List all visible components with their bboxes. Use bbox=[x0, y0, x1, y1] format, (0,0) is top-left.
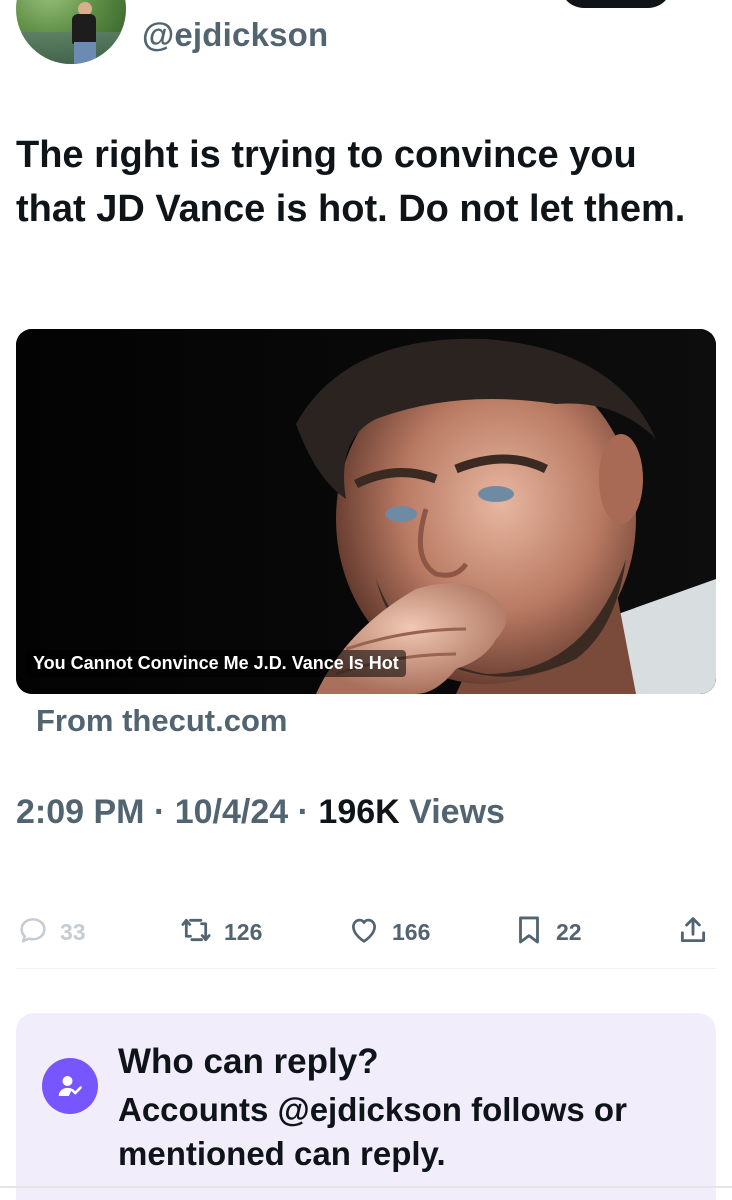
meta-separator: · bbox=[153, 793, 175, 831]
reply-count: 33 bbox=[60, 918, 86, 945]
reply-settings-title: Who can reply? bbox=[118, 1042, 379, 1081]
avatar-figure-legs bbox=[74, 42, 96, 64]
follow-button[interactable] bbox=[560, 0, 672, 8]
repost-icon bbox=[178, 913, 214, 952]
share-icon bbox=[676, 913, 710, 952]
action-bar: 33 126 166 22 bbox=[0, 910, 732, 954]
tweet-meta: 2:09 PM · 10/4/24 · 196K Views bbox=[16, 793, 505, 832]
avatar-water bbox=[16, 32, 126, 64]
avatar-figure-body bbox=[72, 14, 96, 44]
user-check-icon bbox=[58, 1076, 82, 1096]
bookmark-icon bbox=[512, 912, 546, 953]
heart-icon bbox=[346, 913, 382, 952]
tweet-date[interactable]: 10/4/24 bbox=[175, 793, 288, 831]
meta-separator: · bbox=[297, 793, 319, 831]
link-source[interactable]: From thecut.com bbox=[36, 703, 287, 739]
link-card-image[interactable] bbox=[16, 329, 716, 694]
tweet-time[interactable]: 2:09 PM bbox=[16, 793, 145, 831]
bottom-divider bbox=[0, 1186, 732, 1188]
like-count: 166 bbox=[392, 918, 431, 945]
views-count: 196K bbox=[318, 793, 400, 831]
repost-button[interactable]: 126 bbox=[178, 910, 262, 954]
bookmark-button[interactable]: 22 bbox=[512, 910, 582, 954]
reply-settings-description: Accounts @ejdickson follows or mentioned… bbox=[118, 1091, 627, 1172]
repost-count: 126 bbox=[224, 918, 263, 945]
avatar[interactable] bbox=[16, 0, 126, 64]
reply-settings-icon bbox=[42, 1058, 98, 1114]
divider bbox=[16, 968, 716, 969]
author-handle[interactable]: @ejdickson bbox=[142, 16, 328, 54]
bookmark-count: 22 bbox=[556, 918, 582, 945]
like-button[interactable]: 166 bbox=[346, 910, 430, 954]
tweet-text: The right is trying to convince you that… bbox=[16, 134, 686, 230]
reply-button[interactable]: 33 bbox=[16, 910, 86, 954]
link-card-title[interactable]: You Cannot Convince Me J.D. Vance Is Hot bbox=[26, 650, 406, 677]
portrait-photo bbox=[16, 329, 716, 694]
views-label: Views bbox=[409, 793, 505, 831]
reply-icon bbox=[16, 913, 50, 952]
share-button[interactable] bbox=[676, 910, 710, 954]
